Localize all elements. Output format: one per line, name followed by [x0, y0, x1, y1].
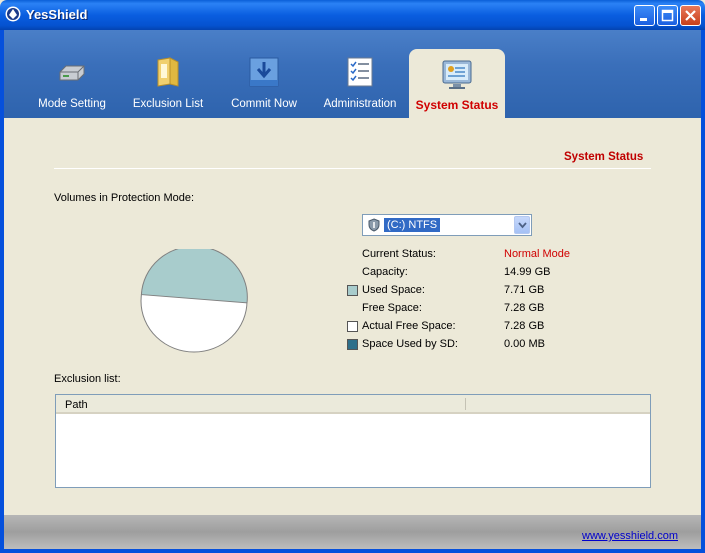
maximize-button[interactable]	[657, 5, 678, 26]
info-row-actual-free-space: Actual Free Space: 7.28 GB	[347, 320, 647, 334]
volume-select[interactable]: (C:) NTFS	[362, 214, 532, 236]
commit-arrow-icon	[249, 57, 279, 87]
folder-icon	[157, 57, 179, 87]
info-value: 7.28 GB	[504, 302, 545, 314]
legend-swatch-actual-free	[347, 321, 358, 332]
info-value: 0.00 MB	[504, 338, 545, 350]
title-bar: YesShield	[0, 0, 705, 30]
info-key: Space Used by SD:	[362, 338, 458, 350]
app-shield-icon	[5, 6, 21, 22]
info-row-space-used-by-sd: Space Used by SD: 0.00 MB	[347, 338, 647, 352]
exclusion-table[interactable]: Path	[55, 394, 651, 488]
checklist-icon	[347, 57, 373, 87]
tab-label: Commit Now	[231, 98, 297, 110]
info-row-free-space: Free Space: 7.28 GB	[347, 302, 647, 316]
exclusion-list-label: Exclusion list:	[54, 373, 121, 385]
minimize-button[interactable]	[634, 5, 655, 26]
website-link[interactable]: www.yesshield.com	[582, 530, 678, 542]
window-frame-bottom	[0, 549, 705, 553]
close-icon	[685, 10, 696, 21]
info-row-used-space: Used Space: 7.71 GB	[347, 284, 647, 298]
tab-system-status[interactable]: System Status	[409, 49, 505, 118]
tab-label: Exclusion List	[132, 98, 204, 110]
tab-mode-setting[interactable]: Mode Setting	[32, 30, 112, 118]
info-value: 7.71 GB	[504, 284, 545, 296]
tab-label: Mode Setting	[38, 98, 106, 110]
info-key: Capacity:	[362, 266, 408, 278]
tab-exclusion-list[interactable]: Exclusion List	[124, 30, 212, 118]
dropdown-button[interactable]	[514, 216, 530, 234]
info-key: Used Space:	[362, 284, 425, 296]
legend-swatch-sd	[347, 339, 358, 350]
volume-select-value: (C:) NTFS	[384, 218, 441, 232]
column-header-path[interactable]: Path	[65, 399, 88, 411]
volumes-label: Volumes in Protection Mode:	[54, 192, 195, 204]
section-divider	[54, 168, 651, 169]
status-bar: www.yesshield.com	[4, 515, 701, 549]
monitor-icon	[442, 60, 472, 89]
close-button[interactable]	[680, 5, 701, 26]
info-row-capacity: Capacity: 14.99 GB	[347, 266, 647, 280]
info-key: Actual Free Space:	[362, 320, 456, 332]
main-toolbar: Mode Setting Exclusion List Commit Now A…	[4, 30, 701, 118]
table-header: Path	[56, 395, 650, 414]
maximize-icon	[661, 9, 674, 22]
disk-drive-icon	[59, 65, 85, 81]
info-value: 14.99 GB	[504, 266, 551, 278]
info-key: Free Space:	[362, 302, 422, 314]
chevron-down-icon	[518, 222, 527, 229]
column-separator[interactable]	[465, 398, 466, 410]
disk-usage-pie-chart	[140, 249, 248, 353]
status-panel: System Status Volumes in Protection Mode…	[4, 118, 701, 515]
info-value: 7.28 GB	[504, 320, 545, 332]
legend-swatch-used	[347, 285, 358, 296]
minimize-icon	[640, 18, 647, 21]
tab-administration[interactable]: Administration	[318, 30, 402, 118]
status-value: Normal Mode	[504, 248, 571, 260]
window-frame-right	[701, 30, 705, 553]
info-row-current-status: Current Status: Normal Mode	[347, 248, 647, 262]
info-key: Current Status:	[362, 248, 436, 260]
tab-label: Administration	[323, 98, 397, 110]
window-title: YesShield	[26, 7, 88, 22]
shield-icon	[368, 218, 380, 232]
tab-commit-now[interactable]: Commit Now	[224, 30, 304, 118]
pie-used-slice	[140, 249, 248, 304]
section-title: System Status	[564, 151, 644, 163]
tab-label: System Status	[415, 98, 499, 112]
